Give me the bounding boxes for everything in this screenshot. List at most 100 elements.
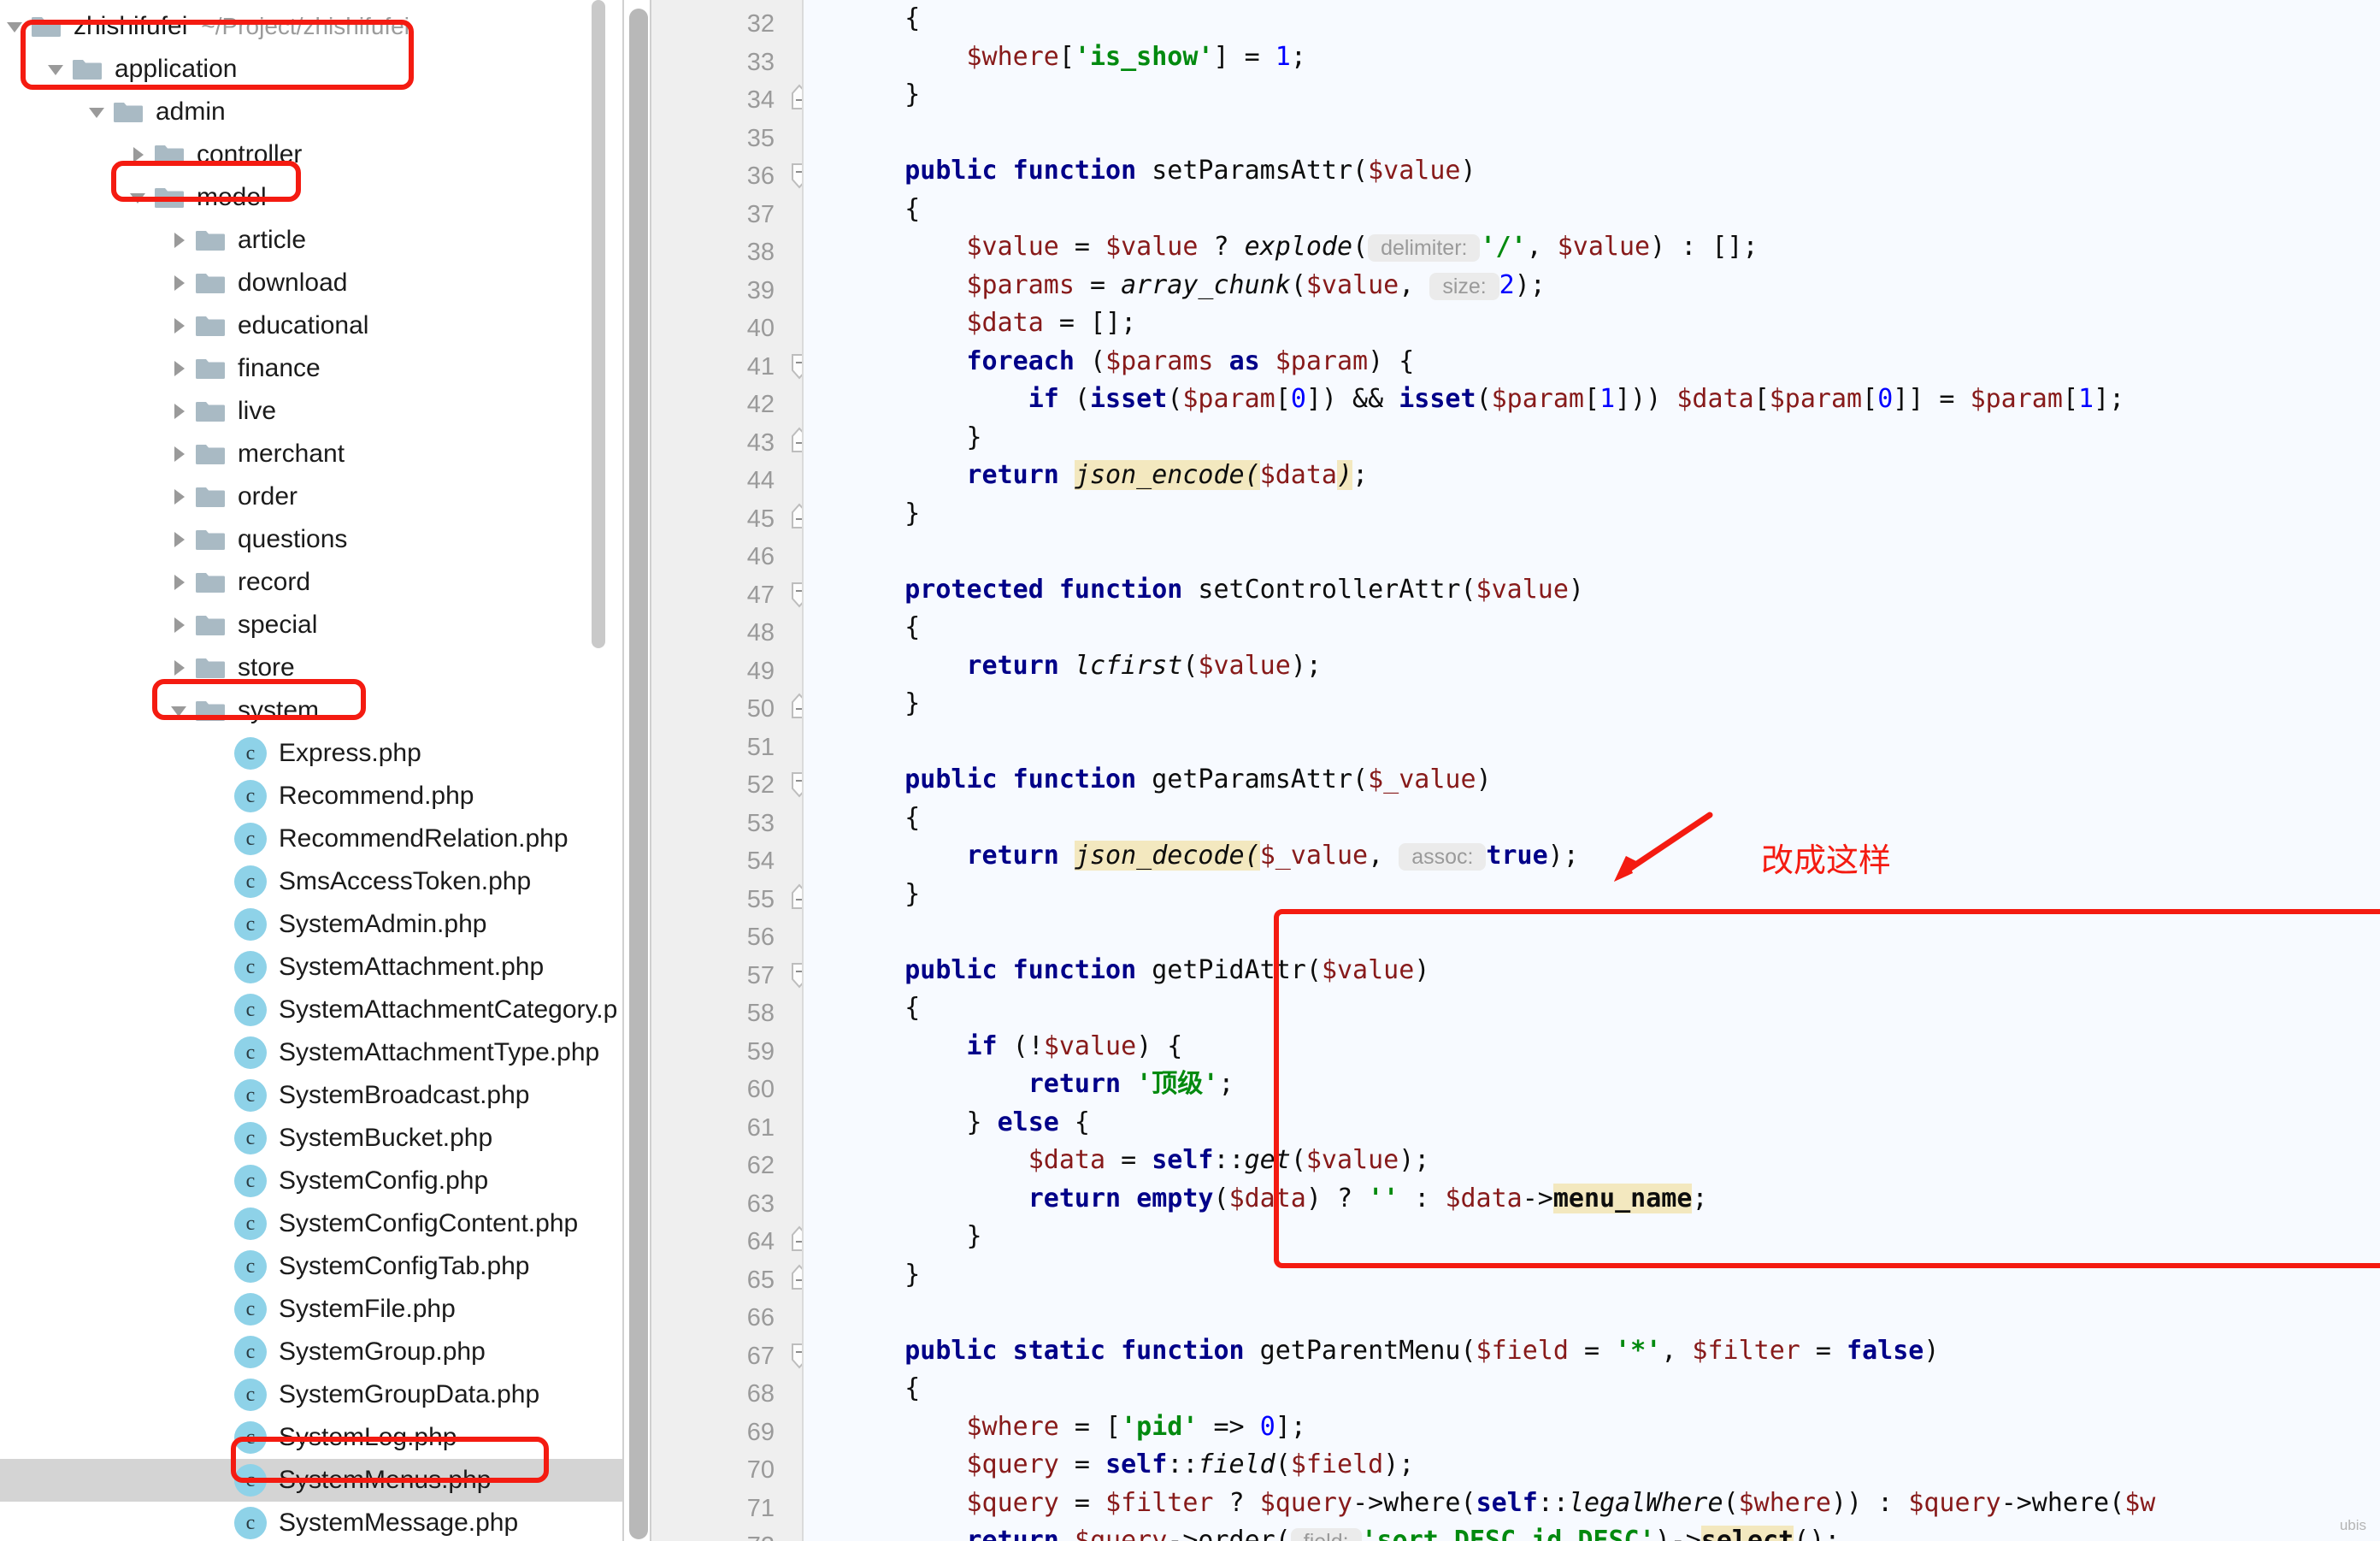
chevron-right-icon[interactable]	[164, 440, 193, 469]
code-text-area[interactable]: { $where['is_show'] = 1; } public functi…	[804, 0, 2380, 1541]
chevron-down-icon[interactable]	[82, 97, 111, 127]
code-line[interactable]: {	[804, 800, 2380, 838]
code-line[interactable]: }	[804, 495, 2380, 534]
code-line[interactable]: } else {	[804, 1104, 2380, 1142]
chevron-down-icon[interactable]	[164, 696, 193, 725]
code-line[interactable]: {	[804, 609, 2380, 647]
tree-item-merchant[interactable]: merchant	[0, 433, 624, 475]
code-editor-panel[interactable]: 32 33 34 35 36 37 38 39 40 41 42 43 44 45 46 47 48 49 50 51…	[624, 0, 2380, 1541]
code-line[interactable]	[804, 533, 2380, 571]
code-line[interactable]: public static function getParentMenu($fi…	[804, 1332, 2380, 1371]
chevron-right-icon[interactable]	[164, 226, 193, 255]
tree-item-questions[interactable]: questions	[0, 518, 624, 561]
tree-item-admin[interactable]: admin	[0, 91, 624, 133]
code-line[interactable]: public function getParamsAttr($_value)	[804, 761, 2380, 800]
tree-item-systemconfigcontent-php[interactable]: c SystemConfigContent.php	[0, 1202, 624, 1245]
tree-item-systemattachment-php[interactable]: c SystemAttachment.php	[0, 946, 624, 989]
tree-item-systemmenus-php[interactable]: c SystemMenus.php	[0, 1459, 624, 1502]
code-line[interactable]	[804, 1294, 2380, 1332]
tree-item-order[interactable]: order	[0, 475, 624, 518]
tree-item-systemattachmentcategory-p[interactable]: c SystemAttachmentCategory.p	[0, 989, 624, 1031]
tree-item-systemlog-php[interactable]: c SystemLog.php	[0, 1416, 624, 1459]
project-tree-panel[interactable]: zhishifufei ~/Project/zhishifufei applicat…	[0, 0, 624, 1541]
tree-item-systemadmin-php[interactable]: c SystemAdmin.php	[0, 903, 624, 946]
tree-item-systemgroup-php[interactable]: c SystemGroup.php	[0, 1331, 624, 1373]
code-line[interactable]: {	[804, 0, 2380, 38]
code-line[interactable]: return lcfirst($value);	[804, 647, 2380, 686]
code-line[interactable]	[804, 723, 2380, 762]
tree-item-systembucket-php[interactable]: c SystemBucket.php	[0, 1117, 624, 1160]
code-line[interactable]	[804, 913, 2380, 952]
chevron-down-icon[interactable]	[41, 55, 70, 84]
chevron-right-icon[interactable]	[123, 140, 152, 169]
tree-item-systembroadcast-php[interactable]: c SystemBroadcast.php	[0, 1074, 624, 1117]
code-line[interactable]: public function getPidAttr($value)	[804, 952, 2380, 990]
code-line[interactable]: $where['is_show'] = 1;	[804, 38, 2380, 77]
code-line[interactable]: $query = self::field($field);	[804, 1446, 2380, 1485]
code-line[interactable]: $where = ['pid' => 0];	[804, 1408, 2380, 1447]
tree-item-article[interactable]: article	[0, 219, 624, 262]
tree-item-download[interactable]: download	[0, 262, 624, 304]
tree-item-zhishifufei[interactable]: zhishifufei ~/Project/zhishifufei	[0, 5, 624, 48]
tree-item-systemfile-php[interactable]: c SystemFile.php	[0, 1288, 624, 1331]
code-line[interactable]: if (!$value) {	[804, 1028, 2380, 1066]
code-line[interactable]: }	[804, 876, 2380, 914]
chevron-down-icon[interactable]	[0, 12, 29, 41]
code-line[interactable]: $query = $filter ? $query->where(self::l…	[804, 1485, 2380, 1523]
chevron-down-icon[interactable]	[123, 183, 152, 212]
editor-scrollbar-thumb[interactable]	[629, 9, 648, 1539]
tree-item-smsaccesstoken-php[interactable]: c SmsAccessToken.php	[0, 860, 624, 903]
project-tree-list[interactable]: zhishifufei ~/Project/zhishifufei applicat…	[0, 5, 624, 1541]
code-line[interactable]	[804, 115, 2380, 153]
tree-item-educational[interactable]: educational	[0, 304, 624, 347]
code-line[interactable]: {	[804, 989, 2380, 1028]
chevron-right-icon[interactable]	[164, 611, 193, 640]
code-line[interactable]: {	[804, 1370, 2380, 1408]
chevron-right-icon[interactable]	[164, 568, 193, 597]
code-line[interactable]: public function setParamsAttr($value)	[804, 152, 2380, 191]
tree-item-systemattachmenttype-php[interactable]: c SystemAttachmentType.php	[0, 1031, 624, 1074]
code-line[interactable]: }	[804, 685, 2380, 723]
code-line[interactable]: return '顶级';	[804, 1066, 2380, 1104]
tree-item-express-php[interactable]: c Express.php	[0, 732, 624, 775]
code-line[interactable]: $data = self::get($value);	[804, 1142, 2380, 1180]
editor-scrollbar[interactable]	[624, 0, 650, 1541]
code-line[interactable]: return json_decode($_value, assoc: true)…	[804, 837, 2380, 876]
tree-item-systemgroupdata-php[interactable]: c SystemGroupData.php	[0, 1373, 624, 1416]
tree-scrollbar[interactable]	[592, 0, 605, 1541]
chevron-right-icon[interactable]	[164, 397, 193, 426]
tree-item-recommend-php[interactable]: c Recommend.php	[0, 775, 624, 818]
chevron-right-icon[interactable]	[164, 354, 193, 383]
code-line[interactable]: return $query->order( field: 'sort DESC,…	[804, 1522, 2380, 1541]
tree-item-store[interactable]: store	[0, 647, 624, 689]
tree-item-systemconfigtab-php[interactable]: c SystemConfigTab.php	[0, 1245, 624, 1288]
code-line[interactable]: {	[804, 191, 2380, 229]
code-line[interactable]: return json_encode($data);	[804, 457, 2380, 495]
tree-item-application[interactable]: application	[0, 48, 624, 91]
chevron-right-icon[interactable]	[164, 653, 193, 682]
tree-item-recommendrelation-php[interactable]: c RecommendRelation.php	[0, 818, 624, 860]
chevron-right-icon[interactable]	[164, 525, 193, 554]
tree-scrollbar-thumb[interactable]	[592, 0, 605, 648]
tree-item-system[interactable]: system	[0, 689, 624, 732]
code-line[interactable]: if (isset($param[0]) && isset($param[1])…	[804, 381, 2380, 419]
tree-item-special[interactable]: special	[0, 604, 624, 647]
tree-item-record[interactable]: record	[0, 561, 624, 604]
chevron-right-icon[interactable]	[164, 482, 193, 511]
tree-item-finance[interactable]: finance	[0, 347, 624, 390]
code-line[interactable]: }	[804, 419, 2380, 458]
chevron-right-icon[interactable]	[164, 311, 193, 340]
code-line[interactable]: protected function setControllerAttr($va…	[804, 571, 2380, 610]
code-line[interactable]: $value = $value ? explode( delimiter: '/…	[804, 228, 2380, 267]
code-line[interactable]: }	[804, 76, 2380, 115]
code-line[interactable]: $data = [];	[804, 304, 2380, 343]
tree-item-live[interactable]: live	[0, 390, 624, 433]
code-line[interactable]: }	[804, 1256, 2380, 1295]
code-line[interactable]: }	[804, 1218, 2380, 1256]
code-line[interactable]: return empty($data) ? '' : $data->menu_n…	[804, 1180, 2380, 1219]
code-line[interactable]: foreach ($params as $param) {	[804, 343, 2380, 381]
line-number-gutter[interactable]: 32 33 34 35 36 37 38 39 40 41 42 43 44 45 46 47 48 49 50 51…	[650, 0, 807, 1541]
code-line[interactable]: $params = array_chunk($value, size: 2);	[804, 267, 2380, 305]
tree-item-systemmessage-php[interactable]: c SystemMessage.php	[0, 1502, 624, 1541]
tree-item-model[interactable]: model	[0, 176, 624, 219]
